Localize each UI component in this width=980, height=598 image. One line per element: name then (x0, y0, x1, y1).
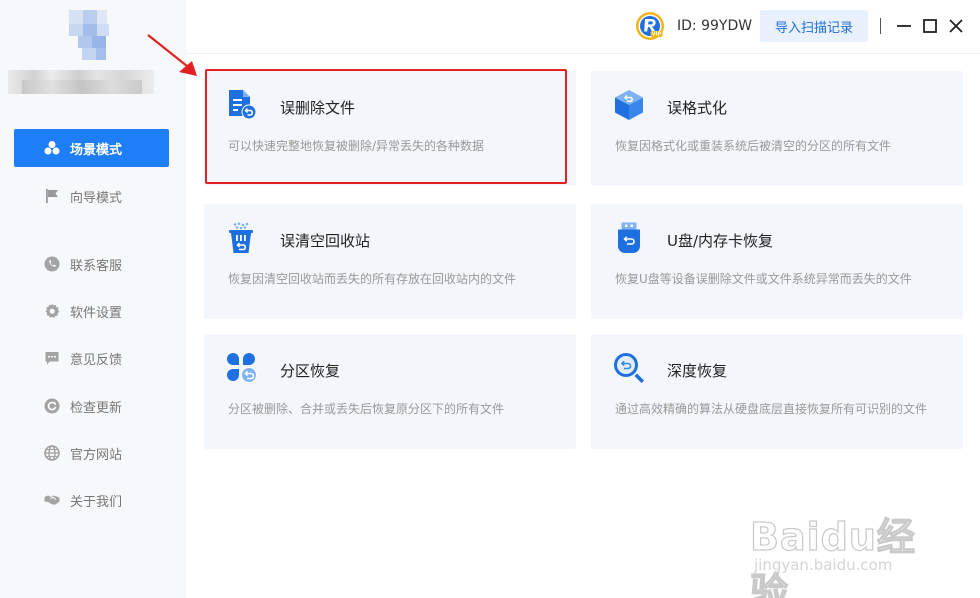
globe-icon (44, 445, 60, 461)
minimize-button[interactable] (894, 16, 914, 36)
watermark-text: Baidu经验 (749, 514, 916, 598)
divider (880, 18, 881, 34)
sidebar-item-label: 关于我们 (70, 494, 123, 510)
svg-text:VIP: VIP (652, 32, 662, 38)
vip-badge-icon[interactable]: VIP (635, 11, 665, 41)
card-title: U盘/内存卡恢复 (667, 232, 774, 250)
sidebar-item-label: 向导模式 (70, 190, 123, 206)
maximize-button[interactable] (920, 16, 940, 36)
minimize-icon (897, 25, 911, 27)
card-title: 误清空回收站 (280, 232, 371, 250)
sidebar-item-label: 场景模式 (70, 142, 123, 158)
sidebar-item-feedback[interactable]: 意见反馈 (14, 339, 169, 377)
card-accidental-format[interactable]: 误格式化 恢复因格式化或重装系统后被清空的分区的所有文件 (591, 71, 963, 186)
handshake-icon (44, 492, 60, 508)
usb-drive-icon (618, 222, 640, 253)
card-partition-recovery[interactable]: 分区恢复 分区被删除、合并或丢失后恢复原分区下的所有文件 (204, 334, 576, 449)
sidebar-item-label: 意见反馈 (70, 352, 123, 368)
sidebar: 场景模式 向导模式 联系客服 软件设置 意见反馈 检查更新 官方网站 关于我们 (0, 0, 186, 598)
close-button[interactable] (946, 16, 966, 36)
red-arrow-annotation (147, 34, 197, 76)
maximize-icon (923, 19, 937, 33)
card-description: 恢复U盘等设备误删除文件或文件系统异常而丢失的文件 (615, 272, 912, 286)
document-restore-icon (229, 90, 257, 120)
sidebar-item-guide-mode[interactable]: 向导模式 (14, 177, 169, 215)
recycle-bin-icon (229, 222, 253, 253)
card-empty-recycle-bin[interactable]: 误清空回收站 恢复因清空回收站而丢失的所有存放在回收站内的文件 (204, 204, 576, 319)
phone-icon (44, 256, 60, 272)
deep-search-icon (614, 353, 644, 383)
card-title: 分区恢复 (280, 362, 341, 380)
refresh-icon (44, 398, 60, 414)
scene-icon (44, 140, 60, 156)
card-usb-memory-card[interactable]: U盘/内存卡恢复 恢复U盘等设备误删除文件或文件系统异常而丢失的文件 (591, 204, 963, 319)
card-deep-recovery[interactable]: 深度恢复 通过高效精确的算法从硬盘底层直接恢复所有可识别的文件 (591, 334, 963, 449)
partition-icon (227, 353, 257, 383)
sidebar-item-label: 联系客服 (70, 258, 123, 274)
title-bar: VIP ID: 99YDW 导入扫描记录 (186, 0, 980, 54)
sidebar-item-contact[interactable]: 联系客服 (14, 245, 169, 283)
gear-icon (44, 303, 60, 319)
sidebar-item-about[interactable]: 关于我们 (14, 481, 169, 519)
card-description: 通过高效精确的算法从硬盘底层直接恢复所有可识别的文件 (615, 402, 928, 416)
card-title: 误格式化 (667, 99, 728, 117)
feedback-icon (44, 350, 60, 366)
baidu-watermark: Baidu经验 jingyan.baidu.com (748, 506, 948, 598)
sidebar-item-label: 软件设置 (70, 305, 123, 321)
card-description: 恢复因格式化或重装系统后被清空的分区的所有文件 (615, 139, 892, 153)
sidebar-item-website[interactable]: 官方网站 (14, 434, 169, 472)
card-description: 分区被删除、合并或丢失后恢复原分区下的所有文件 (228, 402, 505, 416)
import-scan-record-button[interactable]: 导入扫描记录 (760, 10, 868, 42)
sidebar-item-label: 官方网站 (70, 447, 123, 463)
user-id: ID: 99YDW (677, 18, 753, 34)
card-description: 可以快速完整地恢复被删除/异常丢失的各种数据 (228, 139, 485, 153)
sidebar-item-check-update[interactable]: 检查更新 (14, 387, 169, 425)
cube-restore-icon (615, 90, 643, 120)
sidebar-item-scene-mode[interactable]: 场景模式 (14, 129, 169, 167)
sidebar-item-label: 检查更新 (70, 400, 123, 416)
card-description: 恢复因清空回收站而丢失的所有存放在回收站内的文件 (228, 272, 517, 286)
card-title: 误删除文件 (280, 99, 356, 117)
card-accidental-delete[interactable]: 误删除文件 可以快速完整地恢复被删除/异常丢失的各种数据 (204, 71, 576, 186)
flag-icon (44, 188, 60, 204)
watermark-url: jingyan.baidu.com (754, 556, 893, 574)
sidebar-item-settings[interactable]: 软件设置 (14, 292, 169, 330)
card-title: 深度恢复 (667, 362, 728, 380)
close-icon (949, 19, 963, 33)
